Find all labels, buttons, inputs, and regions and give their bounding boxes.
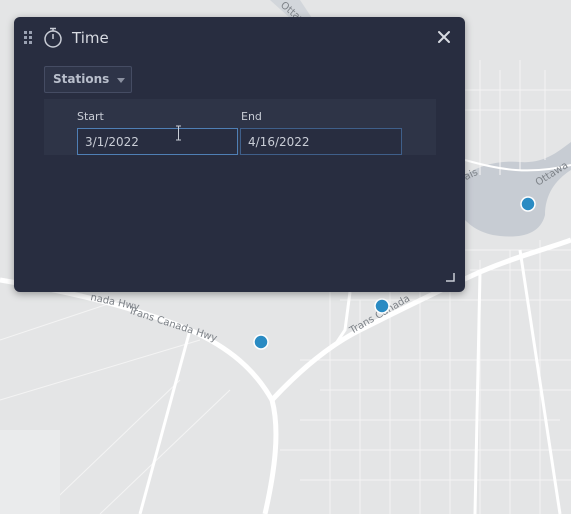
date-range-group: Start End — [44, 99, 436, 155]
end-label: End — [241, 110, 262, 123]
land-patch — [0, 430, 60, 514]
start-date-input[interactable] — [77, 128, 238, 155]
station-point[interactable] — [520, 196, 536, 212]
text-cursor-icon — [176, 125, 181, 141]
start-label: Start — [77, 110, 104, 123]
panel-title: Time — [72, 29, 109, 47]
time-panel: Time Stations Start End — [14, 17, 465, 292]
layer-dropdown[interactable]: Stations — [44, 66, 132, 93]
drag-handle-icon[interactable] — [24, 31, 34, 45]
stopwatch-icon — [44, 27, 62, 48]
station-point[interactable] — [374, 298, 390, 314]
end-date-input[interactable] — [240, 128, 402, 155]
station-point[interactable] — [253, 334, 269, 350]
resize-handle-icon[interactable] — [445, 272, 455, 282]
dropdown-selected-label: Stations — [53, 72, 110, 86]
chevron-down-icon — [117, 78, 125, 83]
close-icon[interactable] — [436, 29, 452, 45]
